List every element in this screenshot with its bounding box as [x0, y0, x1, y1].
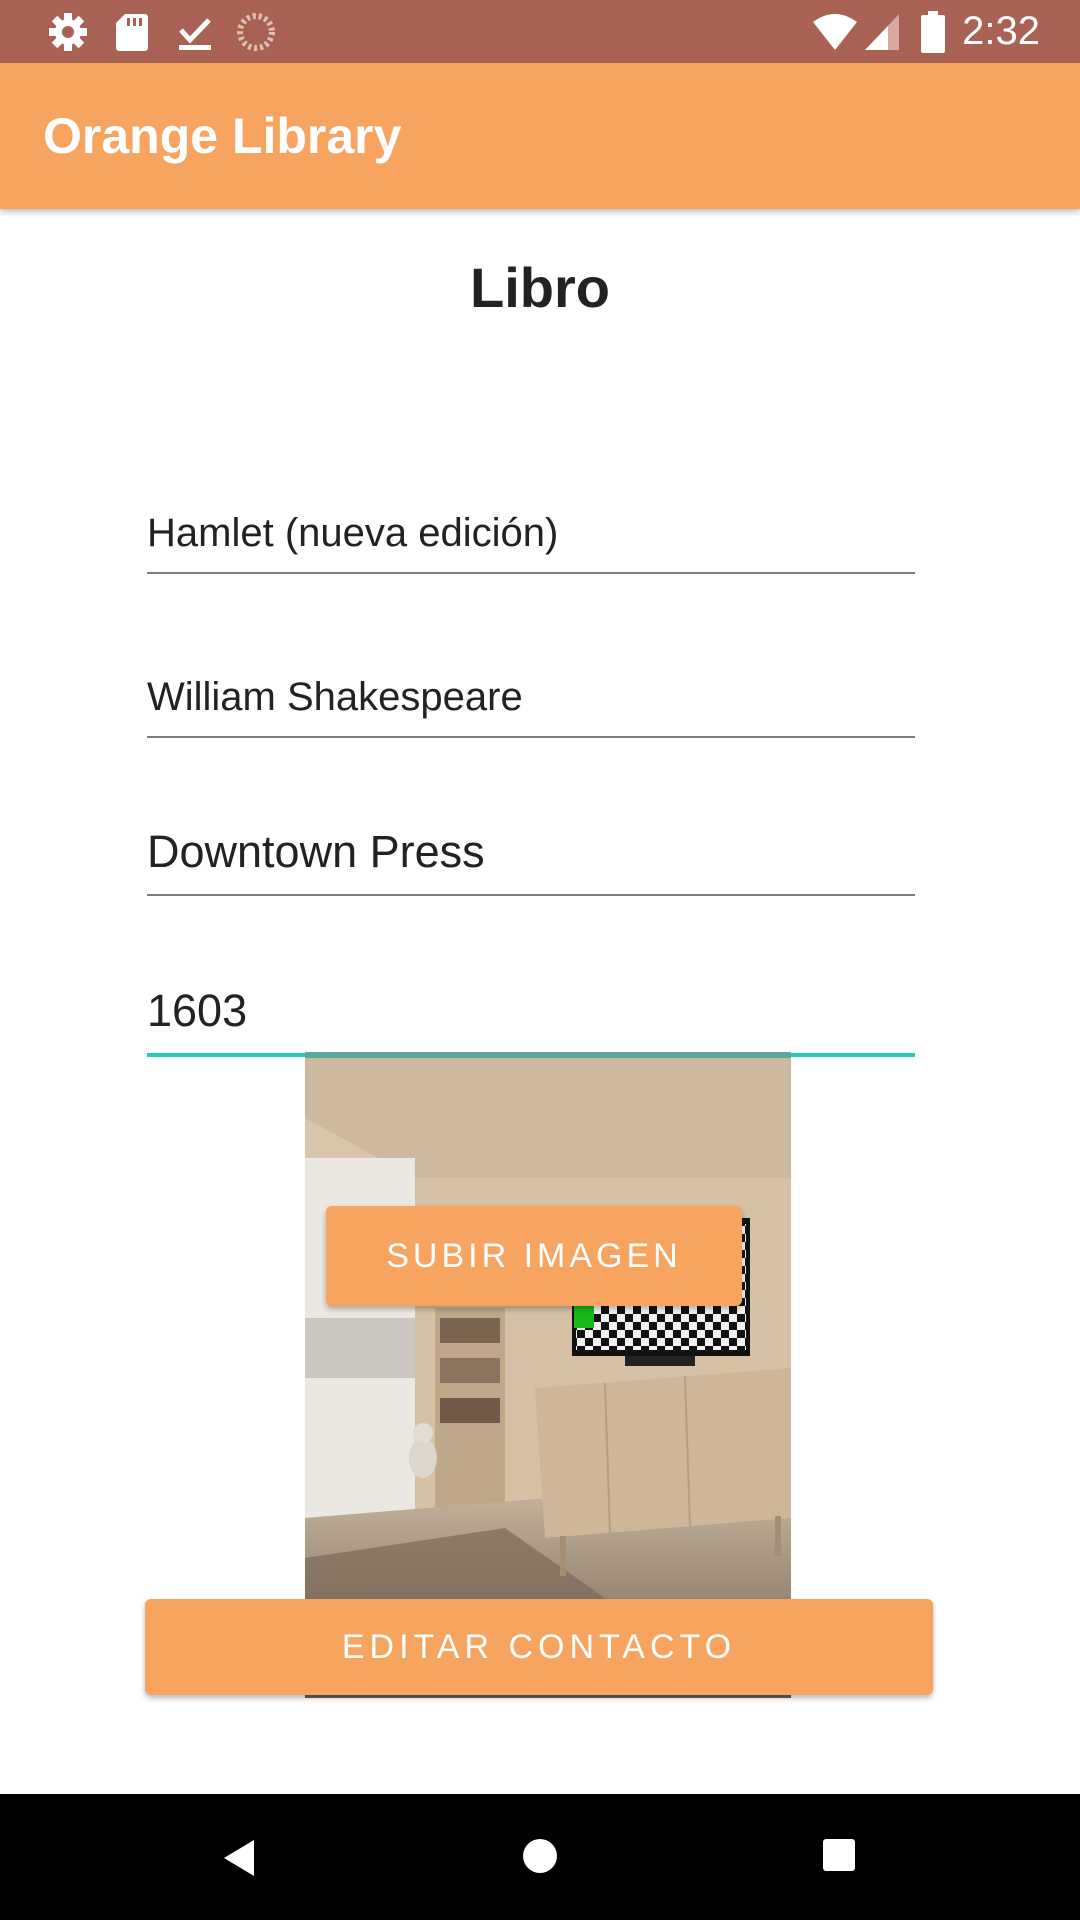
upload-image-button[interactable]: SUBIR IMAGEN — [326, 1206, 742, 1306]
author-field[interactable]: William Shakespeare — [147, 660, 915, 738]
edit-contact-button[interactable]: EDITAR CONTACTO — [145, 1599, 933, 1695]
app-title: Orange Library — [43, 108, 402, 164]
publisher-field-value: Downtown Press — [147, 826, 485, 877]
year-field[interactable]: 1603 — [147, 975, 915, 1057]
home-icon[interactable] — [522, 1838, 558, 1879]
status-bar: 2:32 — [0, 0, 1080, 63]
title-field-value: Hamlet (nueva edición) — [147, 511, 559, 555]
wifi-icon — [812, 0, 858, 63]
status-time: 2:32 — [962, 9, 1040, 53]
signal-icon — [864, 0, 900, 63]
title-field[interactable]: Hamlet (nueva edición) — [147, 496, 915, 574]
recents-icon[interactable] — [822, 1838, 856, 1877]
back-icon[interactable] — [222, 1838, 256, 1883]
author-field-value: William Shakespeare — [147, 675, 523, 719]
settings-icon — [48, 0, 88, 63]
battery-icon — [921, 0, 945, 63]
download-done-icon — [176, 0, 214, 63]
sd-card-icon — [115, 0, 149, 63]
loading-icon — [236, 0, 276, 63]
publisher-field[interactable]: Downtown Press — [147, 815, 915, 896]
page-title: Libro — [470, 256, 610, 319]
year-field-value: 1603 — [147, 985, 248, 1036]
app-bar: Orange Library — [0, 63, 1080, 209]
navigation-bar — [0, 1794, 1080, 1920]
